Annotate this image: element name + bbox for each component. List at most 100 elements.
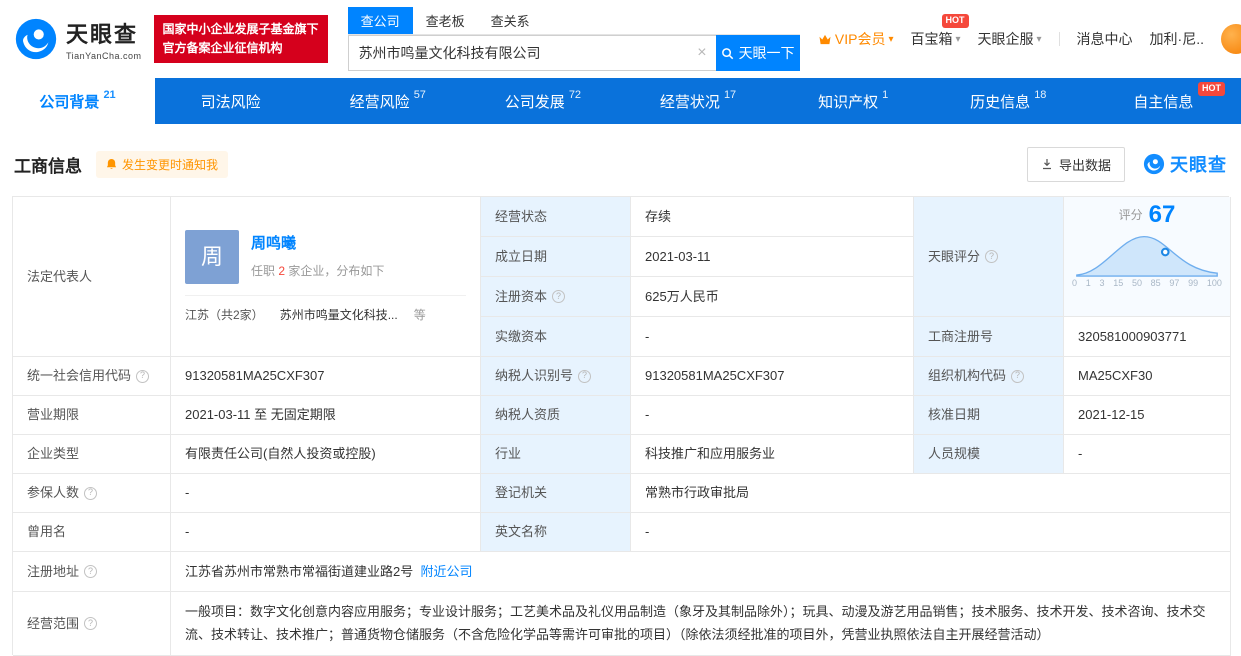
chevron-down-icon: ▾ — [888, 33, 894, 45]
tab-label: 自主信息 — [1133, 93, 1194, 111]
legal-representative-info: 周鸣曦 任职 2 家企业，分布如下 — [251, 233, 384, 281]
notify-on-change-button[interactable]: 发生变更时通知我 — [96, 150, 229, 178]
region-label: 江苏（共2家） — [185, 307, 264, 322]
info-icon[interactable]: ? — [84, 486, 98, 500]
score-number: 67 — [1148, 201, 1176, 228]
legal-representative-tenure: 任职 2 家企业，分布如下 — [251, 264, 385, 279]
section-actions: 导出数据 天眼查 — [1026, 146, 1227, 182]
username-menu[interactable]: 加利·尼.. — [1150, 29, 1204, 49]
export-data-button[interactable]: 导出数据 — [1026, 146, 1125, 182]
field-value-registration-authority: 常熟市行政审批局 — [631, 474, 1231, 513]
field-value-company-type: 有限责任公司(自然人投资或控股) — [171, 435, 481, 474]
page-title: 工商信息 — [14, 156, 82, 176]
tianyancha-logo[interactable]: 天眼查 TianYanCha.com — [14, 17, 142, 61]
search-button[interactable]: 天眼一下 — [715, 35, 800, 71]
search-box: × — [347, 35, 716, 71]
field-label-english-name: 英文名称 — [481, 513, 631, 552]
info-icon[interactable]: ? — [578, 369, 592, 383]
logo-title: 天眼查 — [66, 22, 139, 47]
tianyancha-watermark: 天眼查 — [1143, 151, 1227, 177]
tab-operation-risk[interactable]: 经营风险 57 — [310, 78, 465, 124]
user-avatar[interactable] — [1221, 24, 1241, 54]
etc-label: 等 — [413, 307, 426, 322]
export-label: 导出数据 — [1058, 157, 1111, 173]
bell-icon — [106, 158, 117, 169]
field-value-business-term: 2021-03-11 至 无固定期限 — [171, 396, 481, 435]
download-icon — [1042, 159, 1051, 170]
search-tab-relation[interactable]: 查关系 — [478, 7, 543, 34]
legal-representative-avatar[interactable]: 周 — [185, 229, 239, 284]
field-value-insured-count: - — [171, 474, 481, 513]
main-content: 工商信息 发生变更时通知我 导出数据 天眼查 法定代表人 周 周鸣曦 任职 2 … — [0, 146, 1241, 656]
tab-judicial-risk[interactable]: 司法风险 — [155, 78, 310, 124]
info-icon[interactable]: ? — [136, 369, 150, 383]
header-menu: VIP会员 ▾ HOT 百宝箱 ▾ 天眼企服 ▾ 消息中心 加利·尼.. — [818, 14, 1241, 54]
toolbox-menu[interactable]: HOT 百宝箱 ▾ — [910, 14, 969, 49]
search-input[interactable] — [348, 36, 716, 70]
field-label-legal-representative: 法定代表人 — [13, 197, 171, 357]
info-icon[interactable]: ? — [84, 616, 98, 630]
field-value-business-scope: 一般项目：数字文化创意内容应用服务；专业设计服务；工艺美术品及礼仪用品制造（象牙… — [171, 592, 1231, 656]
field-value-business-status: 存续 — [631, 197, 914, 237]
info-icon[interactable]: ? — [1011, 369, 1025, 383]
info-icon[interactable]: ? — [985, 250, 999, 263]
tab-company-development[interactable]: 公司发展 72 — [465, 78, 620, 124]
tianyan-score-cell: 评分 67 013 15 50 85 97 99 100 — [1064, 197, 1231, 317]
field-label-paid-capital: 实缴资本 — [481, 317, 631, 357]
field-value-former-name: - — [171, 513, 481, 552]
field-label-business-term: 营业期限 — [13, 396, 171, 435]
field-label-approval-date: 核准日期 — [914, 396, 1064, 435]
search-button-label: 天眼一下 — [738, 45, 795, 61]
field-label-taxpayer-qualification: 纳税人资质 — [481, 396, 631, 435]
search-tab-boss[interactable]: 查老板 — [413, 7, 478, 34]
enterprise-services-menu[interactable]: 天眼企服 ▾ — [978, 29, 1042, 49]
tab-label: 历史信息 — [970, 93, 1031, 111]
field-label-registered-capital: 注册资本? — [481, 277, 631, 317]
company-section-nav: 公司背景 21 司法风险 经营风险 57 公司发展 72 经营状况 17 知识产… — [0, 78, 1241, 124]
logo-text: 天眼查 TianYanCha.com — [66, 17, 142, 61]
field-label-insured-count: 参保人数? — [13, 474, 171, 513]
tab-label: 经营状况 — [659, 93, 720, 111]
toolbox-label: 百宝箱 — [910, 31, 953, 47]
logo-subtitle: TianYanCha.com — [66, 51, 142, 61]
search-tab-company[interactable]: 查公司 — [347, 7, 413, 34]
search-icon — [721, 47, 733, 59]
tab-operation-status[interactable]: 经营状况 17 — [621, 78, 776, 124]
tab-count: 21 — [103, 89, 116, 101]
field-value-paid-capital: - — [631, 317, 914, 357]
field-value-org-code: MA25CXF30 — [1064, 357, 1231, 396]
tab-self-info[interactable]: 自主信息 HOT — [1086, 78, 1241, 124]
field-label-taxpayer-id: 纳税人识别号? — [481, 357, 631, 396]
score-bell-curve-chart — [1076, 235, 1218, 277]
tab-company-background[interactable]: 公司背景 21 — [0, 78, 156, 124]
tab-label: 知识产权 — [818, 93, 879, 111]
field-value-registered-address: 江苏省苏州市常熟市常福街道建业路2号 附近公司 — [171, 552, 1231, 592]
field-label-industry: 行业 — [481, 435, 631, 474]
legal-representative-name-link[interactable]: 周鸣曦 — [251, 233, 384, 256]
cert-line-2: 官方备案企业征信机构 — [162, 41, 283, 55]
tab-label: 公司背景 — [39, 93, 100, 111]
field-value-credit-code: 91320581MA25CXF307 — [171, 357, 481, 396]
field-value-registration-number: 320581000903771 — [1064, 317, 1231, 357]
tab-count: 18 — [1034, 89, 1047, 101]
field-label-registration-authority: 登记机关 — [481, 474, 631, 513]
tab-label: 经营风险 — [349, 93, 410, 111]
clear-search-icon[interactable]: × — [697, 45, 706, 61]
info-icon[interactable]: ? — [84, 565, 98, 578]
tab-count: 57 — [413, 89, 426, 101]
related-company-link[interactable]: 苏州市鸣量文化科技... — [280, 306, 398, 324]
legal-representative-summary: 周 周鸣曦 任职 2 家企业，分布如下 — [185, 229, 466, 284]
username-label: 加利·尼.. — [1149, 31, 1204, 47]
search-row: × 天眼一下 — [347, 35, 800, 71]
tianyancha-logo-icon — [15, 18, 57, 60]
tab-count: 72 — [568, 89, 582, 101]
nearby-companies-link[interactable]: 附近公司 — [420, 562, 472, 582]
field-label-business-scope: 经营范围? — [13, 592, 171, 656]
tab-intellectual-property[interactable]: 知识产权 1 — [776, 78, 931, 124]
field-label-registration-number: 工商注册号 — [914, 317, 1064, 357]
message-center-link[interactable]: 消息中心 — [1077, 29, 1133, 49]
field-value-staff-size: - — [1064, 435, 1231, 474]
info-icon[interactable]: ? — [552, 290, 566, 303]
tab-history-info[interactable]: 历史信息 18 — [931, 78, 1086, 124]
vip-menu[interactable]: VIP会员 ▾ — [818, 29, 894, 49]
